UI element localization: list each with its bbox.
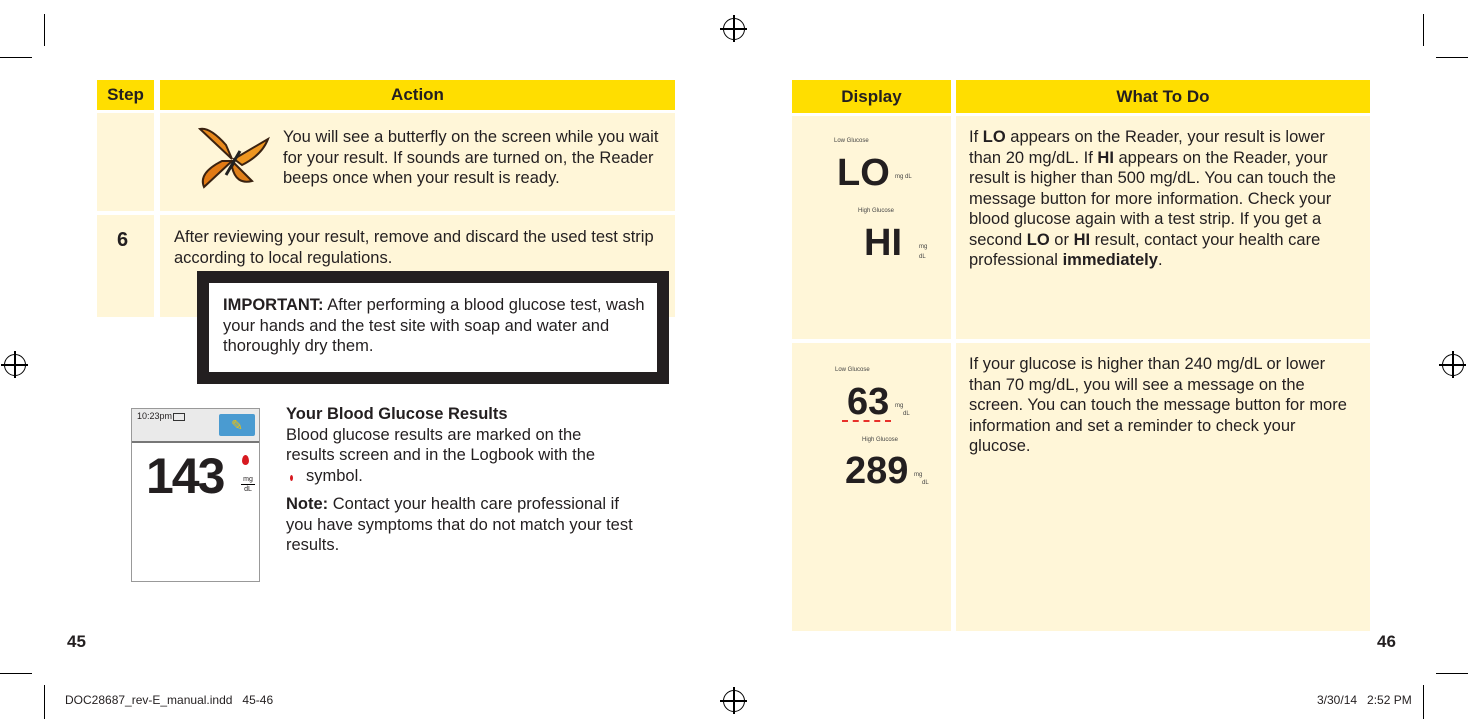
note-text: Contact your health care professional if… <box>286 495 633 554</box>
meter-unit: mg dL <box>241 475 255 494</box>
header-display: Display <box>792 80 951 113</box>
important-label: IMPORTANT: <box>223 296 324 314</box>
butterfly-icon <box>197 127 270 189</box>
low-glucose-label: Low Glucose <box>834 138 869 144</box>
butterfly-text: You will see a butterfly on the screen w… <box>283 128 659 187</box>
crop-mark <box>1436 673 1468 674</box>
crop-mark <box>0 57 32 58</box>
blood-drop-icon <box>290 474 293 481</box>
low-unit: mg dL <box>895 403 910 417</box>
crop-mark <box>0 673 32 674</box>
lo-unit: mg dL <box>895 174 912 180</box>
step-cell: 6 <box>97 215 154 317</box>
what-cell: If your glucose is higher than 240 mg/dL… <box>956 343 1370 631</box>
registration-mark-icon <box>720 15 747 42</box>
what-cell: If LO appears on the Reader, your result… <box>956 116 1370 339</box>
high-unit: mg dL <box>914 472 929 486</box>
crop-mark <box>1423 685 1424 719</box>
low-indicator-line <box>842 420 891 422</box>
note: Note: Contact your health care professio… <box>286 494 646 556</box>
blood-drop-icon <box>242 455 249 465</box>
lo-display: LO <box>837 152 890 194</box>
hi-unit: mg dL <box>919 244 928 260</box>
discard-text: After reviewing your result, remove and … <box>174 228 654 267</box>
important-text: IMPORTANT: After performing a blood gluc… <box>223 295 653 357</box>
header-step: Step <box>97 80 154 110</box>
crop-mark <box>1423 14 1424 46</box>
action-cell: You will see a butterfly on the screen w… <box>160 113 675 211</box>
results-section: Your Blood Glucose Results Blood glucose… <box>286 404 646 556</box>
page-number-right: 46 <box>1377 632 1396 651</box>
results-title: Your Blood Glucose Results <box>286 405 508 423</box>
results-text: Blood glucose results are marked on the … <box>286 425 596 465</box>
message-button[interactable]: ✎ <box>219 414 255 436</box>
high-value: 289 <box>845 450 909 492</box>
crop-mark <box>1436 57 1468 58</box>
note-label: Note: <box>286 495 329 513</box>
battery-icon <box>173 413 185 421</box>
meter-value: 143 <box>146 448 225 504</box>
meter-status-bar: 10:23pm ✎ <box>132 409 259 443</box>
footer-file: DOC28687_rev-E_manual.indd 45-46 <box>65 693 274 707</box>
important-box: IMPORTANT: After performing a blood gluc… <box>197 271 669 384</box>
symbol-text: symbol. <box>306 466 363 485</box>
hi-display: HI <box>864 222 902 264</box>
footer-date: 3/30/14 2:52 PM <box>1317 693 1412 707</box>
low-glucose-label: Low Glucose <box>835 367 870 373</box>
range-text: If your glucose is higher than 240 mg/dL… <box>969 355 1347 455</box>
registration-mark-icon <box>1 351 28 378</box>
registration-mark-icon <box>1439 351 1466 378</box>
low-value: 63 <box>847 381 890 423</box>
meter-time: 10:23pm <box>137 411 173 421</box>
display-cell: Low Glucose LO mg dL High Glucose HI mg d… <box>792 116 951 339</box>
page-number-left: 45 <box>67 632 86 651</box>
crop-mark <box>44 14 45 46</box>
registration-mark-icon <box>720 687 747 714</box>
step-number: 6 <box>117 229 129 251</box>
crop-mark <box>44 685 45 719</box>
meter-screen: 10:23pm ✎ 143 mg dL <box>131 408 260 582</box>
header-action: Action <box>160 80 675 110</box>
header-what-to-do: What To Do <box>956 80 1370 113</box>
step-cell <box>97 113 154 211</box>
high-glucose-label: High Glucose <box>858 208 895 214</box>
lo-hi-text: If LO appears on the Reader, your result… <box>969 128 1336 269</box>
display-cell: Low Glucose 63 mg dL High Glucose 289 mg d… <box>792 343 951 631</box>
symbol-line: symbol. <box>286 466 646 487</box>
high-glucose-label: High Glucose <box>862 437 899 443</box>
